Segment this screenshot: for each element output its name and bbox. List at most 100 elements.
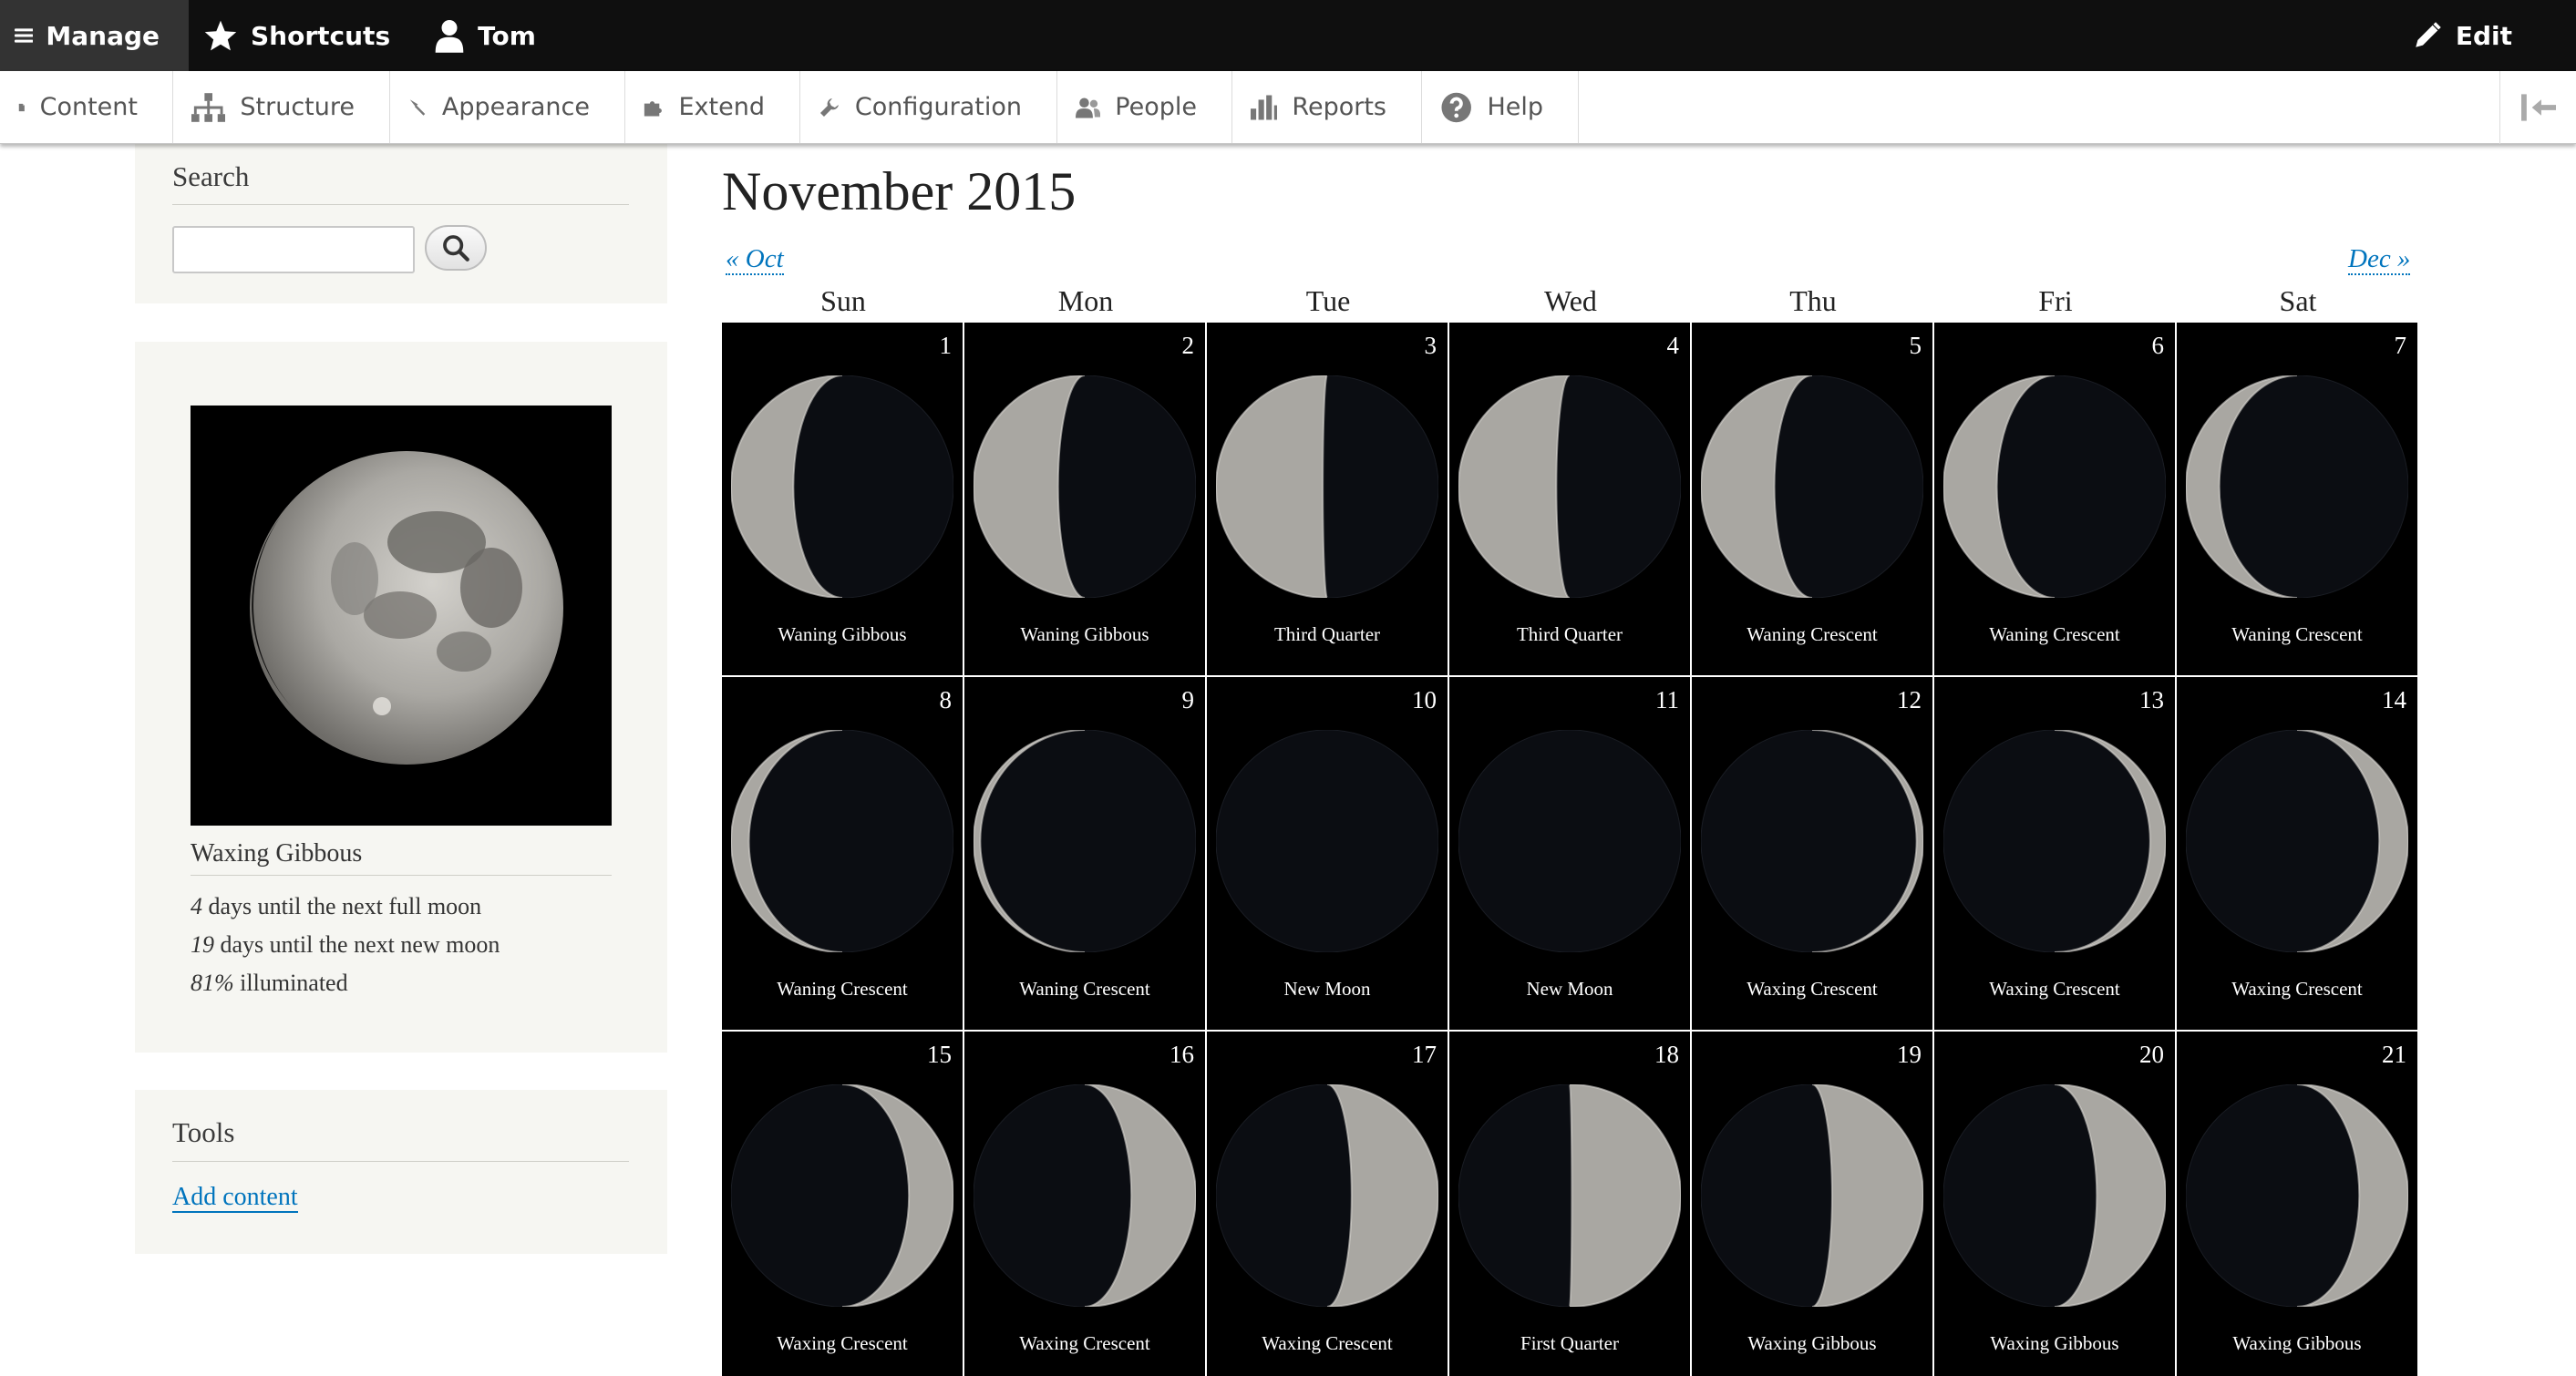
- tray-item-reports[interactable]: Reports: [1232, 71, 1422, 143]
- day-number: 16: [1170, 1041, 1194, 1068]
- day-phase-label: Waxing Gibbous: [1747, 1332, 1877, 1354]
- moon-phase-icon: [731, 730, 953, 952]
- calendar-day-cell[interactable]: 13 Waxing Crescent: [1934, 677, 2175, 1030]
- days-to-full-moon: 4 days until the next full moon: [191, 893, 481, 920]
- calendar-day-cell[interactable]: 6 Waning Crescent: [1934, 323, 2175, 675]
- day-phase-label: Waning Gibbous: [778, 623, 907, 645]
- calendar-day-cell[interactable]: 11 New Moon: [1449, 677, 1690, 1030]
- moon-lit-area: [1216, 375, 1327, 598]
- calendar-day-cell[interactable]: 20 Waxing Gibbous: [1934, 1032, 2175, 1376]
- calendar-day-cell[interactable]: 1 Waning Gibbous: [722, 323, 963, 675]
- day-phase-label: Waxing Crescent: [777, 1332, 908, 1354]
- calendar-day-cell[interactable]: 21 Waxing Gibbous: [2177, 1032, 2417, 1376]
- shortcuts-label: Shortcuts: [251, 20, 391, 51]
- moon-phase-icon: [2186, 1084, 2408, 1307]
- paintbrush-icon: [409, 98, 426, 116]
- day-number: 10: [1412, 686, 1437, 714]
- calendar-day-cell[interactable]: 19 Waxing Gibbous: [1692, 1032, 1932, 1376]
- calendar-day-cell[interactable]: 2 Waning Gibbous: [964, 323, 1205, 675]
- calendar-day-cell[interactable]: 10 New Moon: [1207, 677, 1448, 1030]
- day-phase-label: Waning Crescent: [1747, 623, 1878, 645]
- weekday-label: Wed: [1544, 284, 1597, 317]
- day-number: 15: [927, 1041, 952, 1068]
- day-number: 18: [1654, 1041, 1679, 1068]
- calendar-day-cell[interactable]: 12 Waxing Crescent: [1692, 677, 1932, 1030]
- day-phase-label: Waning Crescent: [1019, 978, 1150, 1000]
- star-icon: [204, 20, 237, 51]
- moon-phase-icon: [1943, 375, 2166, 598]
- moon-phase-block: Waxing Gibbous 4 days until the next ful…: [135, 342, 667, 1053]
- moon-phase-icon: [1458, 1084, 1681, 1307]
- moon-phase-icon: [1701, 375, 1923, 598]
- calendar-day-cell[interactable]: 8 Waning Crescent: [722, 677, 963, 1030]
- moon-dark-disk: [1216, 730, 1438, 952]
- tray-item-appearance[interactable]: Appearance: [390, 71, 625, 143]
- moon-phase-image: [191, 406, 612, 826]
- weekday-label: Mon: [1057, 284, 1114, 317]
- moon-phase-icon: [1458, 730, 1681, 952]
- moon-phase-icon: [974, 730, 1196, 952]
- day-phase-label: New Moon: [1283, 978, 1371, 1000]
- weekday-header: Sun Mon Tue Wed Thu Fri Sat: [722, 284, 2419, 323]
- tray-item-help[interactable]: Help: [1422, 71, 1579, 143]
- calendar-day-cell[interactable]: 4 Third Quarter: [1449, 323, 1690, 675]
- bar-chart-icon: [1251, 95, 1278, 119]
- add-content-link[interactable]: Add content: [172, 1184, 298, 1213]
- tools-block-title: Tools: [172, 1116, 235, 1148]
- calendar-day-cell[interactable]: 9 Waning Crescent: [964, 677, 1205, 1030]
- moon-phase-icon: [1943, 730, 2166, 952]
- edit-tab[interactable]: Edit: [2397, 0, 2541, 71]
- tray-item-label: Content: [39, 93, 138, 121]
- hierarchy-icon: [191, 92, 226, 122]
- search-block-title: Search: [172, 160, 250, 192]
- weekday-label: Tue: [1305, 284, 1351, 317]
- wrench-icon: [819, 98, 839, 117]
- current-moon-image: [191, 406, 612, 826]
- moon-phase-icon: [1943, 1084, 2166, 1307]
- day-number: 13: [2139, 686, 2164, 714]
- day-phase-label: Waning Crescent: [2231, 623, 2363, 645]
- moon-phase-icon: [1216, 1084, 1438, 1307]
- tray-item-content[interactable]: Content: [0, 71, 173, 143]
- previous-month-link[interactable]: « Oct: [726, 244, 784, 275]
- tray-item-configuration[interactable]: Configuration: [800, 71, 1057, 143]
- tray-item-structure[interactable]: Structure: [173, 71, 390, 143]
- admin-toolbar: Manage Shortcuts Tom Edit: [0, 0, 2576, 71]
- user-icon: [435, 20, 464, 53]
- days-to-full-text: days until the next full moon: [202, 893, 482, 919]
- tray-orientation-toggle[interactable]: [2499, 71, 2576, 144]
- day-phase-label: Third Quarter: [1273, 623, 1381, 645]
- calendar-day-cell[interactable]: 15 Waxing Crescent: [722, 1032, 963, 1376]
- moon-phase-icon: [2186, 730, 2408, 952]
- user-tab[interactable]: Tom: [419, 0, 565, 71]
- day-number: 3: [1424, 332, 1437, 359]
- day-phase-label: New Moon: [1526, 978, 1613, 1000]
- calendar-day-cell[interactable]: 7 Waning Crescent: [2177, 323, 2417, 675]
- calendar-day-cell[interactable]: 16 Waxing Crescent: [964, 1032, 1205, 1376]
- calendar-day-cell[interactable]: 5 Waning Crescent: [1692, 323, 1932, 675]
- moon-phase-icon: [1458, 375, 1681, 598]
- day-phase-label: Waxing Crescent: [1262, 1332, 1393, 1354]
- moon-phase-icon: [1701, 730, 1923, 952]
- search-input[interactable]: [172, 226, 415, 273]
- weekday-label: Sat: [2279, 284, 2317, 317]
- calendar-day-cell[interactable]: 3 Third Quarter: [1207, 323, 1448, 675]
- tray-item-people[interactable]: People: [1057, 71, 1232, 143]
- people-icon: [1076, 98, 1101, 118]
- hamburger-icon: [15, 28, 34, 43]
- moon-phase-icon: [731, 1084, 953, 1307]
- days-to-new-text: days until the next new moon: [214, 931, 500, 958]
- next-month-link[interactable]: Dec »: [2348, 244, 2411, 275]
- calendar-day-cell[interactable]: 14 Waxing Crescent: [2177, 677, 2417, 1030]
- shortcuts-tab[interactable]: Shortcuts: [189, 0, 419, 71]
- search-button[interactable]: [425, 225, 487, 271]
- moon-phase-icon: [731, 375, 953, 598]
- tray-item-extend[interactable]: Extend: [625, 71, 800, 143]
- manage-tab[interactable]: Manage: [0, 0, 189, 71]
- calendar-day-cell[interactable]: 18 First Quarter: [1449, 1032, 1690, 1376]
- day-phase-label: Waning Gibbous: [1020, 623, 1149, 645]
- calendar-day-cell[interactable]: 17 Waxing Crescent: [1207, 1032, 1448, 1376]
- day-number: 6: [2151, 332, 2165, 359]
- days-to-new-value: 19: [191, 931, 214, 958]
- weekday-label: Sun: [820, 284, 866, 317]
